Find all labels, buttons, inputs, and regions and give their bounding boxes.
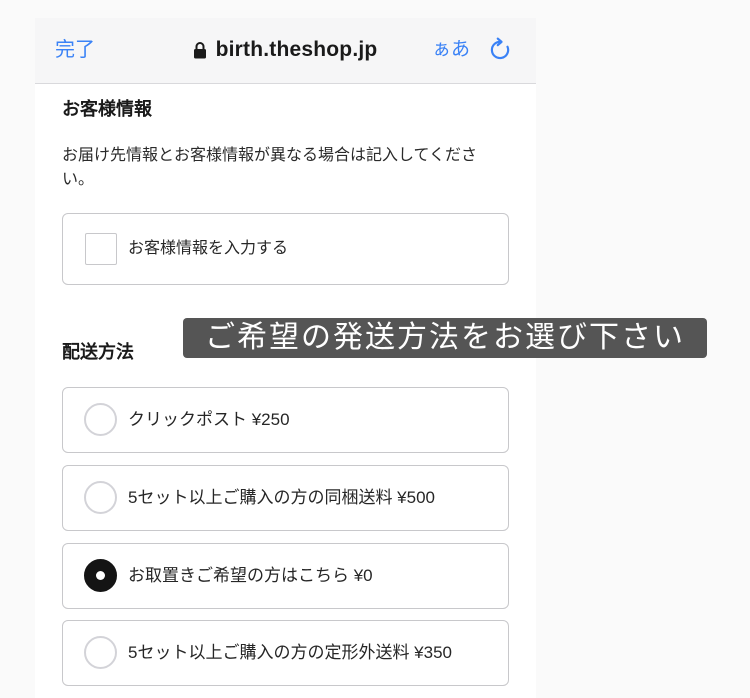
done-button[interactable]: 完了 xyxy=(55,37,95,63)
shipping-method-heading: 配送方法 xyxy=(62,342,134,362)
shipping-option-radio[interactable] xyxy=(84,559,117,592)
customer-info-note: お届け先情報とお客様情報が異なる場合は記入してください。 xyxy=(62,147,478,188)
text-size-button[interactable]: ぁあ xyxy=(432,38,470,62)
lock-icon xyxy=(193,41,207,59)
shipping-option-label: 5セット以上ご購入の方の同梱送料 ¥500 xyxy=(128,488,435,507)
url-text: birth.theshop.jp xyxy=(215,38,378,61)
customer-info-checkbox-row[interactable]: お客様情報を入力する xyxy=(62,213,509,285)
shipping-option-radio[interactable] xyxy=(84,636,117,669)
shipping-option[interactable]: 5セット以上ご購入の方の同梱送料 ¥500 xyxy=(62,465,509,531)
reload-icon[interactable] xyxy=(488,37,514,63)
shipping-option-radio[interactable] xyxy=(84,403,117,436)
shipping-option-label: お取置きご希望の方はこちら ¥0 xyxy=(128,566,373,585)
overlay-caption: ご希望の発送方法をお選び下さい xyxy=(183,318,707,358)
page: 完了 birth.theshop.jp ぁあ お客様情報 お届け先情報とお客様情… xyxy=(0,0,750,698)
shipping-option-label: 5セット以上ご購入の方の定形外送料 ¥350 xyxy=(128,643,452,662)
shipping-option[interactable]: お取置きご希望の方はこちら ¥0 xyxy=(62,543,509,609)
shipping-option-label: クリックポスト ¥250 xyxy=(128,410,290,429)
browser-toolbar: 完了 birth.theshop.jp ぁあ xyxy=(35,18,536,84)
shipping-option[interactable]: 5セット以上ご購入の方の定形外送料 ¥350 xyxy=(62,620,509,686)
shipping-option[interactable]: クリックポスト ¥250 xyxy=(62,387,509,453)
customer-info-checkbox[interactable] xyxy=(85,233,117,265)
customer-info-heading: お客様情報 xyxy=(62,99,152,119)
customer-info-checkbox-label: お客様情報を入力する xyxy=(128,240,289,257)
browser-viewport: 完了 birth.theshop.jp ぁあ お客様情報 お届け先情報とお客様情… xyxy=(35,18,536,698)
shipping-option-radio[interactable] xyxy=(84,481,117,514)
address-bar[interactable]: birth.theshop.jp xyxy=(145,35,425,65)
